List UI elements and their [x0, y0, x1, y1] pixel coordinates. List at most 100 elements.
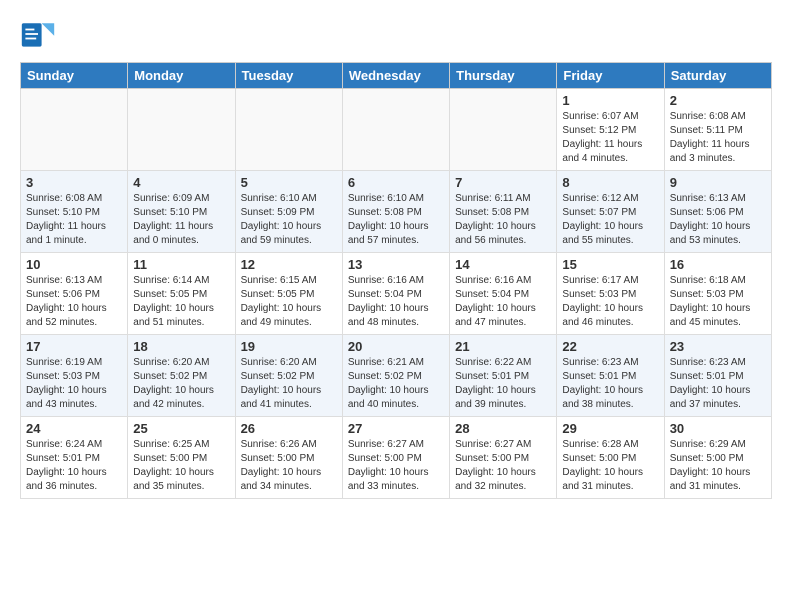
day-info: Sunrise: 6:24 AM Sunset: 5:01 PM Dayligh…	[26, 438, 122, 494]
day-info: Sunrise: 6:20 AM Sunset: 5:02 PM Dayligh…	[241, 356, 337, 412]
day-number: 19	[241, 339, 337, 354]
day-number: 9	[670, 175, 766, 190]
page: SundayMondayTuesdayWednesdayThursdayFrid…	[0, 0, 792, 515]
day-info: Sunrise: 6:13 AM Sunset: 5:06 PM Dayligh…	[670, 192, 766, 248]
day-info: Sunrise: 6:27 AM Sunset: 5:00 PM Dayligh…	[455, 438, 551, 494]
day-number: 4	[133, 175, 229, 190]
day-number: 28	[455, 421, 551, 436]
calendar-cell: 20Sunrise: 6:21 AM Sunset: 5:02 PM Dayli…	[342, 335, 449, 417]
calendar-cell: 21 Sunrise: 6:22 AM Sunset: 5:01 PM Dayli…	[450, 335, 557, 417]
day-number: 26	[241, 421, 337, 436]
day-info: Sunrise: 6:26 AM Sunset: 5:00 PM Dayligh…	[241, 438, 337, 494]
day-number: 18	[133, 339, 229, 354]
day-info: Sunrise: 6:25 AM Sunset: 5:00 PM Dayligh…	[133, 438, 229, 494]
weekday-header: Friday	[557, 63, 664, 89]
day-info: Sunrise: 6:23 AM Sunset: 5:01 PM Dayligh…	[562, 356, 658, 412]
calendar-cell: 2 Sunrise: 6:08 AM Sunset: 5:11 PM Daylig…	[664, 89, 771, 171]
calendar-cell	[128, 89, 235, 171]
day-number: 29	[562, 421, 658, 436]
calendar-week-row: 1 Sunrise: 6:07 AM Sunset: 5:12 PM Daylig…	[21, 89, 772, 171]
day-number: 6	[348, 175, 444, 190]
day-info: Sunrise: 6:16 AM Sunset: 5:04 PM Dayligh…	[455, 274, 551, 330]
day-info: Sunrise: 6:10 AM Sunset: 5:08 PM Dayligh…	[348, 192, 444, 248]
calendar-cell: 29 Sunrise: 6:28 AM Sunset: 5:00 PM Dayli…	[557, 417, 664, 499]
calendar-cell	[450, 89, 557, 171]
day-number: 16	[670, 257, 766, 272]
day-number: 2	[670, 93, 766, 108]
day-number: 7	[455, 175, 551, 190]
calendar-cell: 18 Sunrise: 6:20 AM Sunset: 5:02 PM Dayli…	[128, 335, 235, 417]
day-number: 22	[562, 339, 658, 354]
calendar-cell: 15Sunrise: 6:17 AM Sunset: 5:03 PM Dayli…	[557, 253, 664, 335]
day-info: Sunrise: 6:09 AM Sunset: 5:10 PM Dayligh…	[133, 192, 229, 248]
logo	[20, 16, 60, 52]
calendar-cell: 14 Sunrise: 6:16 AM Sunset: 5:04 PM Dayli…	[450, 253, 557, 335]
logo-icon	[20, 16, 56, 52]
day-number: 17	[26, 339, 122, 354]
calendar-cell: 3 Sunrise: 6:08 AM Sunset: 5:10 PM Daylig…	[21, 171, 128, 253]
day-info: Sunrise: 6:08 AM Sunset: 5:11 PM Dayligh…	[670, 110, 766, 166]
weekday-header: Monday	[128, 63, 235, 89]
calendar-week-row: 17 Sunrise: 6:19 AM Sunset: 5:03 PM Dayli…	[21, 335, 772, 417]
day-info: Sunrise: 6:07 AM Sunset: 5:12 PM Dayligh…	[562, 110, 658, 166]
calendar-cell: 6 Sunrise: 6:10 AM Sunset: 5:08 PM Daylig…	[342, 171, 449, 253]
day-info: Sunrise: 6:14 AM Sunset: 5:05 PM Dayligh…	[133, 274, 229, 330]
day-number: 8	[562, 175, 658, 190]
day-number: 27	[348, 421, 444, 436]
calendar-cell: 28 Sunrise: 6:27 AM Sunset: 5:00 PM Dayli…	[450, 417, 557, 499]
day-info: Sunrise: 6:27 AM Sunset: 5:00 PM Dayligh…	[348, 438, 444, 494]
day-number: 12	[241, 257, 337, 272]
calendar-cell	[342, 89, 449, 171]
day-info: Sunrise: 6:28 AM Sunset: 5:00 PM Dayligh…	[562, 438, 658, 494]
day-info: Sunrise: 6:16 AM Sunset: 5:04 PM Dayligh…	[348, 274, 444, 330]
calendar-header-row: SundayMondayTuesdayWednesdayThursdayFrid…	[21, 63, 772, 89]
day-number: 21	[455, 339, 551, 354]
calendar-cell: 16Sunrise: 6:18 AM Sunset: 5:03 PM Dayli…	[664, 253, 771, 335]
calendar-week-row: 10 Sunrise: 6:13 AM Sunset: 5:06 PM Dayli…	[21, 253, 772, 335]
day-info: Sunrise: 6:11 AM Sunset: 5:08 PM Dayligh…	[455, 192, 551, 248]
calendar-week-row: 3 Sunrise: 6:08 AM Sunset: 5:10 PM Daylig…	[21, 171, 772, 253]
day-info: Sunrise: 6:08 AM Sunset: 5:10 PM Dayligh…	[26, 192, 122, 248]
calendar-cell: 22 Sunrise: 6:23 AM Sunset: 5:01 PM Dayli…	[557, 335, 664, 417]
calendar-cell: 7 Sunrise: 6:11 AM Sunset: 5:08 PM Daylig…	[450, 171, 557, 253]
calendar-cell: 25 Sunrise: 6:25 AM Sunset: 5:00 PM Dayli…	[128, 417, 235, 499]
day-info: Sunrise: 6:29 AM Sunset: 5:00 PM Dayligh…	[670, 438, 766, 494]
day-number: 25	[133, 421, 229, 436]
calendar-cell: 19 Sunrise: 6:20 AM Sunset: 5:02 PM Dayli…	[235, 335, 342, 417]
day-number: 10	[26, 257, 122, 272]
day-number: 14	[455, 257, 551, 272]
calendar-cell	[235, 89, 342, 171]
day-info: Sunrise: 6:22 AM Sunset: 5:01 PM Dayligh…	[455, 356, 551, 412]
day-info: Sunrise: 6:10 AM Sunset: 5:09 PM Dayligh…	[241, 192, 337, 248]
calendar-cell	[21, 89, 128, 171]
day-number: 24	[26, 421, 122, 436]
header	[20, 16, 772, 52]
day-number: 11	[133, 257, 229, 272]
day-info: Sunrise: 6:23 AM Sunset: 5:01 PM Dayligh…	[670, 356, 766, 412]
day-number: 15	[562, 257, 658, 272]
day-info: Sunrise: 6:12 AM Sunset: 5:07 PM Dayligh…	[562, 192, 658, 248]
day-number: 13	[348, 257, 444, 272]
day-info: Sunrise: 6:21 AM Sunset: 5:02 PM Dayligh…	[348, 356, 444, 412]
calendar-cell: 9 Sunrise: 6:13 AM Sunset: 5:06 PM Daylig…	[664, 171, 771, 253]
day-info: Sunrise: 6:15 AM Sunset: 5:05 PM Dayligh…	[241, 274, 337, 330]
calendar-cell: 10 Sunrise: 6:13 AM Sunset: 5:06 PM Dayli…	[21, 253, 128, 335]
day-number: 3	[26, 175, 122, 190]
day-number: 1	[562, 93, 658, 108]
calendar-cell: 5 Sunrise: 6:10 AM Sunset: 5:09 PM Daylig…	[235, 171, 342, 253]
day-info: Sunrise: 6:13 AM Sunset: 5:06 PM Dayligh…	[26, 274, 122, 330]
day-info: Sunrise: 6:19 AM Sunset: 5:03 PM Dayligh…	[26, 356, 122, 412]
calendar-cell: 23Sunrise: 6:23 AM Sunset: 5:01 PM Dayli…	[664, 335, 771, 417]
day-info: Sunrise: 6:20 AM Sunset: 5:02 PM Dayligh…	[133, 356, 229, 412]
calendar-cell: 8 Sunrise: 6:12 AM Sunset: 5:07 PM Daylig…	[557, 171, 664, 253]
calendar-table: SundayMondayTuesdayWednesdayThursdayFrid…	[20, 62, 772, 499]
calendar-cell: 11 Sunrise: 6:14 AM Sunset: 5:05 PM Dayli…	[128, 253, 235, 335]
calendar-cell: 27 Sunrise: 6:27 AM Sunset: 5:00 PM Dayli…	[342, 417, 449, 499]
day-number: 5	[241, 175, 337, 190]
weekday-header: Tuesday	[235, 63, 342, 89]
calendar-week-row: 24 Sunrise: 6:24 AM Sunset: 5:01 PM Dayli…	[21, 417, 772, 499]
calendar-cell: 17 Sunrise: 6:19 AM Sunset: 5:03 PM Dayli…	[21, 335, 128, 417]
calendar-cell: 26 Sunrise: 6:26 AM Sunset: 5:00 PM Dayli…	[235, 417, 342, 499]
weekday-header: Sunday	[21, 63, 128, 89]
calendar-cell: 24 Sunrise: 6:24 AM Sunset: 5:01 PM Dayli…	[21, 417, 128, 499]
